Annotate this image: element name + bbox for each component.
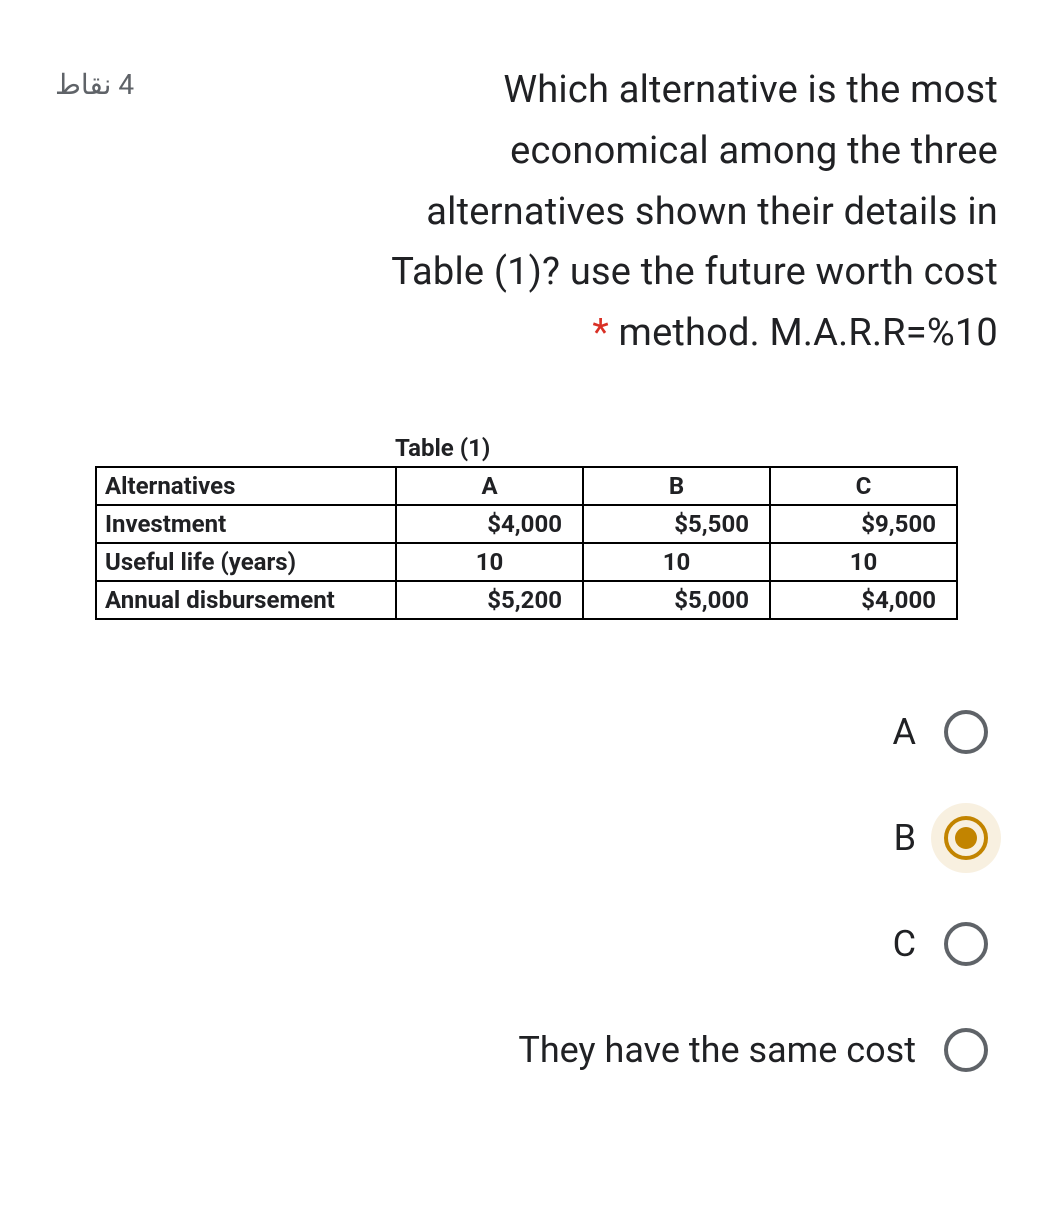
table-row: Investment $4,000 $5,500 $9,500	[96, 505, 957, 543]
table-cell: A	[396, 467, 583, 505]
points-label: 4 نقاط	[55, 60, 134, 101]
table-cell: $5,500	[583, 505, 770, 543]
table-cell-label: Alternatives	[96, 467, 396, 505]
option-b[interactable]: B	[894, 816, 988, 860]
option-same-cost[interactable]: They have the same cost	[518, 1028, 988, 1072]
option-label: They have the same cost	[518, 1029, 916, 1071]
table-cell: $5,200	[396, 581, 583, 619]
option-label: B	[894, 817, 916, 859]
table-cell: B	[583, 467, 770, 505]
table-title: Table (1)	[395, 434, 958, 462]
question-line-2: economical among the three	[510, 129, 998, 173]
table-row: Alternatives A B C	[96, 467, 957, 505]
option-c[interactable]: C	[893, 922, 988, 966]
table-cell: $4,000	[396, 505, 583, 543]
table-row: Annual disbursement $5,200 $5,000 $4,000	[96, 581, 957, 619]
table-cell-label: Investment	[96, 505, 396, 543]
question-line-5: method. M.A.R.R=%10	[609, 311, 998, 355]
question-line-1: Which alternative is the most	[503, 68, 998, 112]
option-a[interactable]: A	[893, 710, 988, 754]
question-text: Which alternative is the most economical…	[164, 60, 998, 364]
table-cell-label: Annual disbursement	[96, 581, 396, 619]
table-container: Table (1) Alternatives A B C Investment …	[55, 434, 998, 620]
option-label: C	[893, 923, 916, 965]
table-cell: 10	[583, 543, 770, 581]
table-cell: $9,500	[770, 505, 957, 543]
question-line-3: alternatives shown their details in	[426, 190, 998, 234]
table-cell-label: Useful life (years)	[96, 543, 396, 581]
table-row: Useful life (years) 10 10 10	[96, 543, 957, 581]
option-label: A	[893, 711, 916, 753]
required-asterisk: *	[592, 311, 609, 355]
table-cell: 10	[396, 543, 583, 581]
table-cell: $5,000	[583, 581, 770, 619]
radio-icon[interactable]	[944, 922, 988, 966]
table-cell: C	[770, 467, 957, 505]
answer-options: A B C They have the same cost	[55, 710, 998, 1072]
question-header: 4 نقاط Which alternative is the most eco…	[55, 60, 998, 364]
data-table: Alternatives A B C Investment $4,000 $5,…	[95, 466, 958, 620]
table-cell: $4,000	[770, 581, 957, 619]
question-line-4: Table (1)? use the future worth cost	[391, 250, 998, 294]
radio-icon[interactable]	[944, 816, 988, 860]
table-cell: 10	[770, 543, 957, 581]
radio-icon[interactable]	[944, 1028, 988, 1072]
radio-icon[interactable]	[944, 710, 988, 754]
